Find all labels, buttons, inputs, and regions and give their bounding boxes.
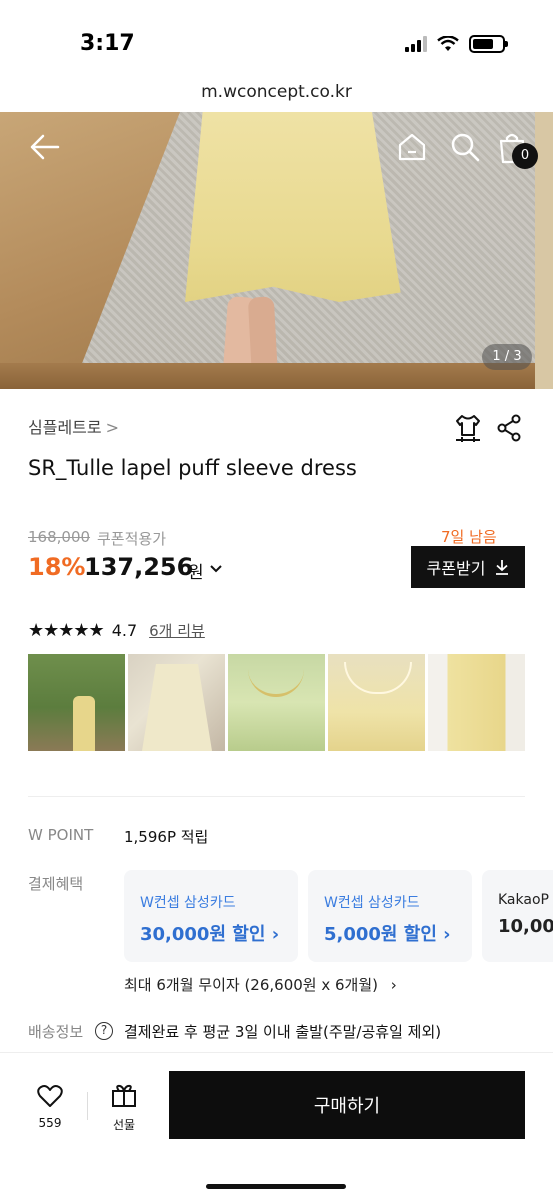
like-button[interactable]: 559: [30, 1084, 70, 1130]
status-time: 3:17: [80, 31, 135, 56]
status-icons: [405, 35, 508, 53]
benefit-card[interactable]: KakaoP 10,000: [482, 870, 553, 962]
coupon-applied-label: 쿠폰적용가: [97, 530, 167, 548]
rating-value: 4.7: [111, 621, 138, 640]
sale-price: 137,256: [84, 553, 194, 581]
rating-row: ★★★★★ 4.7 6개 리뷰: [28, 620, 205, 641]
battery-icon: [469, 35, 508, 53]
review-photo[interactable]: [28, 654, 125, 751]
wpoint-label: W POINT: [28, 826, 94, 844]
review-photo[interactable]: [328, 654, 425, 751]
divider: [87, 1092, 88, 1120]
installment-link[interactable]: 최대 6개월 무이자 (26,600원 x 6개월) ›: [124, 974, 397, 995]
product-name: SR_Tulle lapel puff sleeve dress: [28, 456, 357, 480]
signal-icon: [405, 36, 427, 52]
review-photo-list: [28, 654, 525, 751]
brand-name: 심플레트로: [28, 418, 102, 437]
gift-icon: [112, 1084, 136, 1107]
status-bar: 3:17 m.wconcept.co.kr: [0, 0, 553, 102]
shipping-label: 배송정보: [28, 1023, 84, 1041]
brand-link[interactable]: 심플레트로 >: [28, 414, 119, 438]
chevron-right-icon: ›: [443, 924, 451, 945]
shipping-value: 결제완료 후 평균 3일 이내 출발(주말/공휴일 제외): [124, 1023, 442, 1041]
review-count-link[interactable]: 6개 리뷰: [149, 620, 205, 641]
get-coupon-button[interactable]: 쿠폰받기: [411, 546, 525, 588]
cart-count-badge: 0: [512, 143, 538, 169]
image-page-indicator: 1 / 3: [482, 344, 532, 370]
gift-button[interactable]: 선물: [104, 1084, 144, 1133]
back-arrow-icon[interactable]: [28, 132, 60, 162]
card-amount: 10,000: [498, 916, 553, 937]
home-icon[interactable]: [398, 132, 426, 162]
download-icon: [496, 560, 509, 575]
like-count: 559: [38, 1116, 62, 1130]
rating-stars: ★★★★★: [28, 620, 105, 641]
chevron-right-icon: >: [105, 418, 120, 437]
get-coupon-label: 쿠폰받기: [426, 559, 486, 578]
original-price: 168,000: [28, 528, 91, 546]
card-title: KakaoP: [498, 892, 549, 908]
search-icon[interactable]: [450, 132, 480, 162]
currency-label: 원: [188, 563, 204, 583]
buy-button[interactable]: 구매하기: [169, 1071, 525, 1139]
days-left-label: 7일 남음: [441, 528, 497, 546]
wpoint-value: 1,596P 적립: [124, 828, 209, 846]
home-indicator: [206, 1184, 346, 1189]
discount-rate: 18%: [28, 553, 86, 581]
url-bar[interactable]: m.wconcept.co.kr: [0, 82, 553, 102]
benefit-card[interactable]: W컨셉 삼성카드 5,000원 할인 ›: [308, 870, 472, 962]
heart-icon: [37, 1085, 63, 1107]
benefit-card[interactable]: W컨셉 삼성카드 30,000원 할인 ›: [124, 870, 298, 962]
review-photo[interactable]: [128, 654, 225, 751]
review-photo[interactable]: [228, 654, 325, 751]
gift-label: 선물: [112, 1118, 136, 1132]
card-title: W컨셉 삼성카드: [324, 895, 420, 911]
chevron-right-icon: ›: [271, 924, 280, 945]
share-icon[interactable]: [496, 414, 522, 442]
benefit-label: 결제혜택: [28, 875, 84, 893]
card-title: W컨셉 삼성카드: [140, 895, 236, 911]
card-amount: 30,000원 할인 ›: [140, 924, 280, 945]
wifi-icon: [437, 36, 459, 51]
chevron-right-icon: ›: [390, 976, 397, 994]
chevron-down-icon[interactable]: [209, 562, 223, 576]
card-amount: 5,000원 할인 ›: [324, 924, 451, 945]
question-icon[interactable]: ?: [95, 1022, 113, 1040]
review-photo[interactable]: [428, 654, 525, 751]
divider: [28, 796, 525, 797]
outfit-icon[interactable]: [454, 413, 482, 443]
